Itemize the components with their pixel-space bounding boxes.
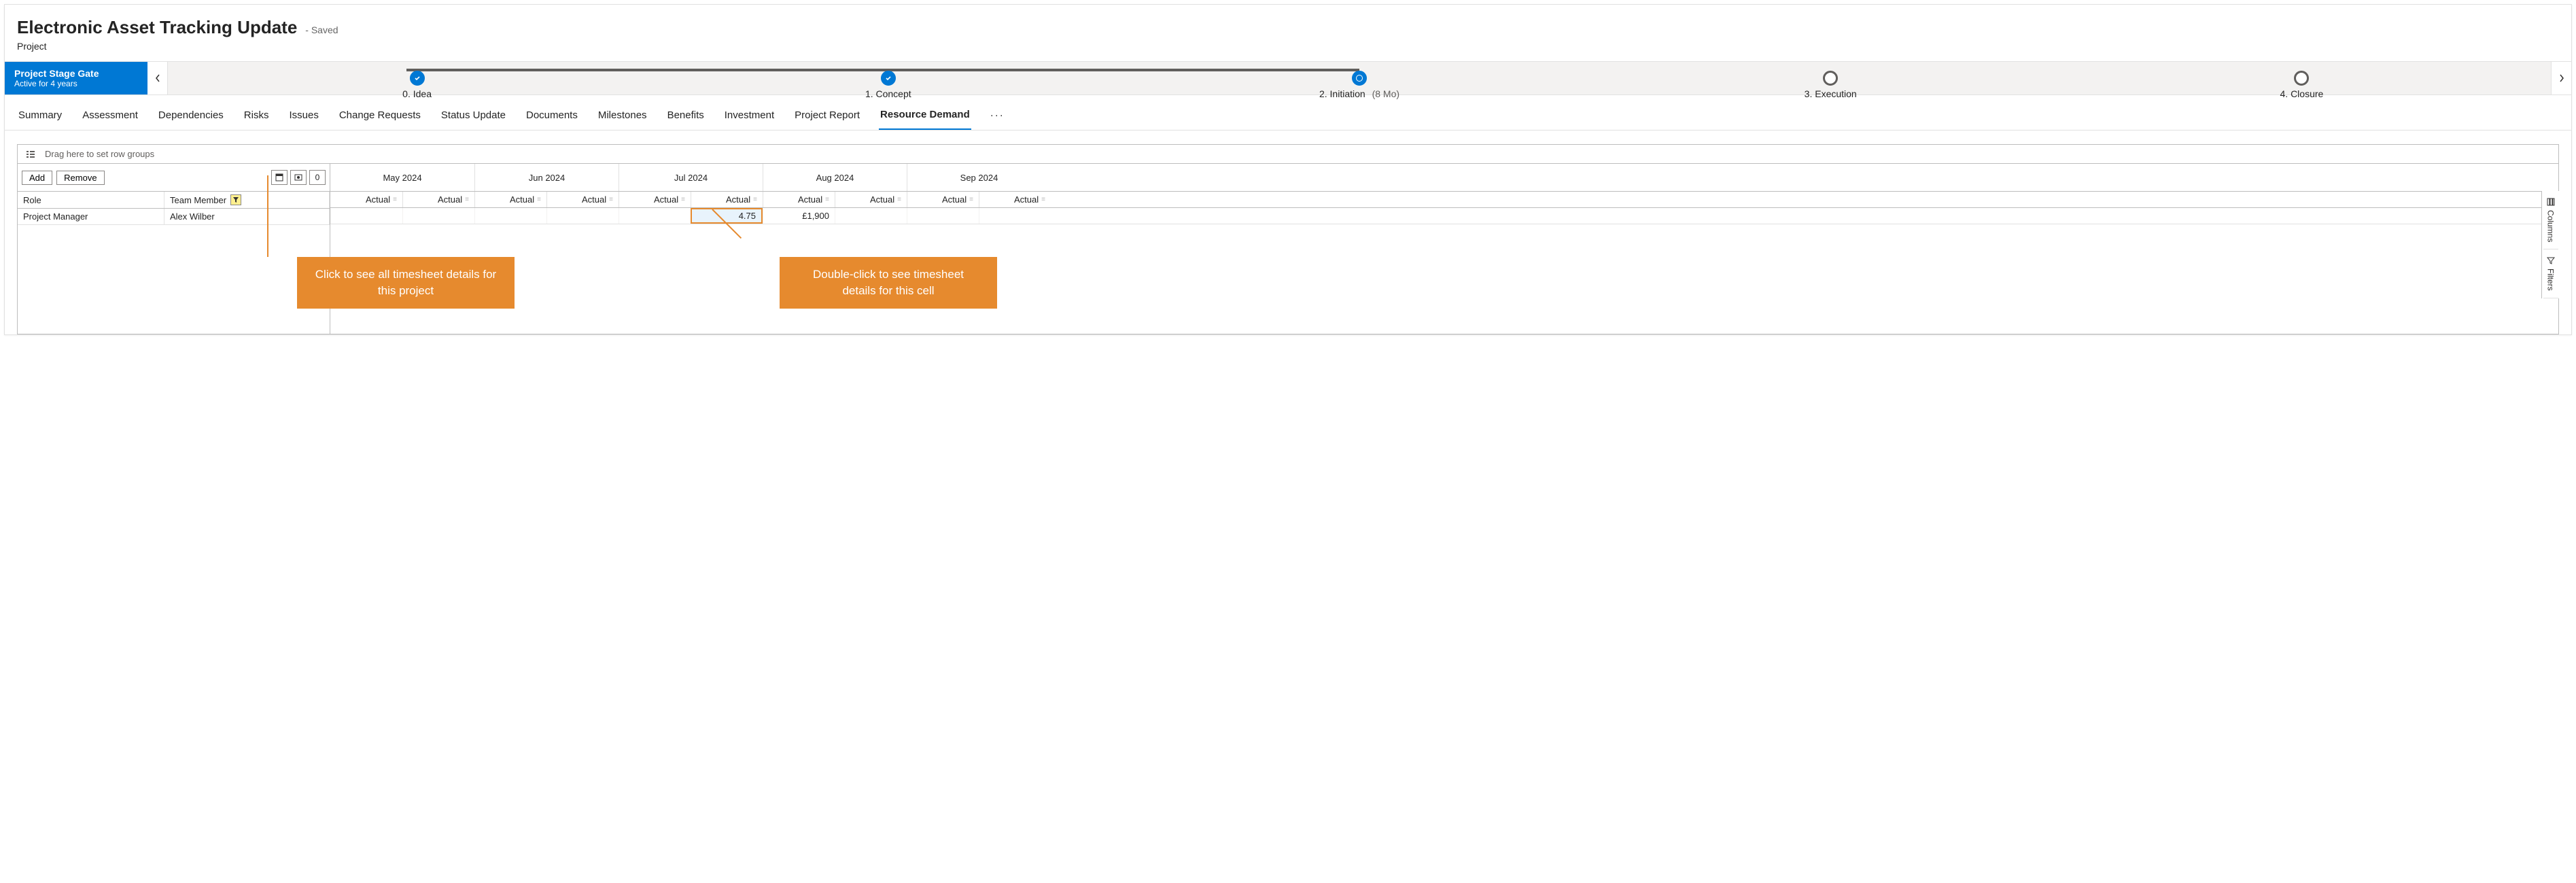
group-drop-zone[interactable]: Drag here to set row groups <box>18 145 2558 164</box>
col-header-label: Role <box>23 195 41 205</box>
data-cell[interactable] <box>619 208 691 224</box>
data-cell[interactable]: £1,900 <box>763 208 835 224</box>
data-cell[interactable] <box>402 208 474 224</box>
group-icon <box>26 150 35 159</box>
month-header[interactable]: Jul 2024 <box>619 164 763 191</box>
stage-label: 2. Initiation <box>1319 88 1365 99</box>
cell-member: Alex Wilber <box>164 209 330 224</box>
callout-connector <box>267 175 268 257</box>
data-cell[interactable] <box>907 208 979 224</box>
stage-gate-title: Project Stage Gate <box>14 68 138 79</box>
page-title: Electronic Asset Tracking Update <box>17 17 297 38</box>
tab-dependencies[interactable]: Dependencies <box>157 105 225 129</box>
tab-status-update[interactable]: Status Update <box>440 105 507 129</box>
side-tab-label: Columns <box>2546 210 2556 242</box>
cell-role: Project Manager <box>18 209 164 224</box>
table-row-values: 4.75 £1,900 <box>330 208 2558 224</box>
tab-resource-demand[interactable]: Resource Demand <box>879 105 971 131</box>
sort-icon: ≡ <box>897 196 901 203</box>
stage-prev-button[interactable] <box>147 62 168 94</box>
stage-gate-duration: Active for 4 years <box>14 79 138 88</box>
callout-left: Click to see all timesheet details for t… <box>297 257 515 309</box>
tab-change-requests[interactable]: Change Requests <box>338 105 422 129</box>
data-cell[interactable] <box>474 208 546 224</box>
col-header-actual[interactable]: Actual≡ <box>835 192 907 207</box>
data-cell-highlighted[interactable]: 4.75 <box>691 208 763 224</box>
sort-icon: ≡ <box>609 196 613 203</box>
col-header-actual[interactable]: Actual≡ <box>763 192 835 207</box>
col-header-actual[interactable]: Actual≡ <box>402 192 474 207</box>
sort-icon: ≡ <box>753 196 757 203</box>
view-button[interactable] <box>290 170 307 185</box>
stage-initiation[interactable]: 2. Initiation (8 Mo) <box>1124 71 1595 86</box>
col-header-actual[interactable]: Actual≡ <box>907 192 979 207</box>
sort-icon: ≡ <box>969 196 973 203</box>
tab-benefits[interactable]: Benefits <box>666 105 706 129</box>
col-header-actual[interactable]: Actual≡ <box>330 192 402 207</box>
col-header-label: Team Member <box>170 195 226 205</box>
col-header-actual[interactable]: Actual≡ <box>979 192 1051 207</box>
tab-milestones[interactable]: Milestones <box>597 105 648 129</box>
side-tab-columns[interactable]: Columns <box>2543 191 2558 249</box>
tab-issues[interactable]: Issues <box>288 105 319 129</box>
stage-label: 1. Concept <box>865 88 911 99</box>
sort-icon: ≡ <box>393 196 397 203</box>
stage-label: 4. Closure <box>2280 88 2324 99</box>
month-header[interactable]: Aug 2024 <box>763 164 907 191</box>
col-header-team-member[interactable]: Team Member <box>164 192 330 208</box>
col-header-role[interactable]: Role <box>18 192 164 208</box>
tab-risks[interactable]: Risks <box>243 105 271 129</box>
sort-icon: ≡ <box>681 196 685 203</box>
stage-closure[interactable]: 4. Closure <box>2066 71 2537 86</box>
stage-label: 0. Idea <box>402 88 432 99</box>
zero-toggle-button[interactable]: 0 <box>309 170 326 185</box>
stage-label: 3. Execution <box>1805 88 1857 99</box>
tab-investment[interactable]: Investment <box>723 105 776 129</box>
data-cell[interactable] <box>979 208 1051 224</box>
tab-more[interactable]: ··· <box>989 105 1006 129</box>
month-header[interactable]: Sep 2024 <box>907 164 1051 191</box>
side-tab-filters[interactable]: Filters <box>2543 249 2558 298</box>
stage-execution[interactable]: 3. Execution <box>1595 71 2066 86</box>
sort-icon: ≡ <box>1041 196 1045 203</box>
entity-type: Project <box>17 41 2559 52</box>
data-cell[interactable] <box>330 208 402 224</box>
data-cell[interactable] <box>546 208 619 224</box>
sort-icon: ≡ <box>537 196 541 203</box>
save-status: - Saved <box>305 24 338 35</box>
col-header-actual[interactable]: Actual≡ <box>474 192 546 207</box>
tab-assessment[interactable]: Assessment <box>81 105 139 129</box>
callout-right: Double-click to see timesheet details fo… <box>780 257 997 309</box>
filter-icon[interactable] <box>230 194 241 205</box>
sort-icon: ≡ <box>825 196 829 203</box>
stage-gate-bar: Project Stage Gate Active for 4 years 0.… <box>5 61 2571 95</box>
add-button[interactable]: Add <box>22 171 52 185</box>
sort-icon: ≡ <box>465 196 469 203</box>
month-header[interactable]: Jun 2024 <box>474 164 619 191</box>
month-header[interactable]: May 2024 <box>330 164 474 191</box>
remove-button[interactable]: Remove <box>56 171 104 185</box>
col-header-actual[interactable]: Actual≡ <box>619 192 691 207</box>
tab-bar: Summary Assessment Dependencies Risks Is… <box>5 95 2571 131</box>
group-placeholder: Drag here to set row groups <box>45 149 154 159</box>
tab-summary[interactable]: Summary <box>17 105 63 129</box>
tab-documents[interactable]: Documents <box>525 105 579 129</box>
stage-next-button[interactable] <box>2551 62 2571 94</box>
stage-concept[interactable]: 1. Concept <box>652 71 1124 86</box>
side-tab-label: Filters <box>2546 269 2556 291</box>
stage-duration: (8 Mo) <box>1372 88 1399 99</box>
table-row[interactable]: Project Manager Alex Wilber <box>18 209 330 225</box>
tab-project-report[interactable]: Project Report <box>793 105 861 129</box>
timesheet-details-button[interactable] <box>271 170 288 185</box>
col-header-actual[interactable]: Actual≡ <box>546 192 619 207</box>
stage-gate-label[interactable]: Project Stage Gate Active for 4 years <box>5 62 147 94</box>
col-header-actual[interactable]: Actual≡ <box>691 192 763 207</box>
stage-idea[interactable]: 0. Idea <box>181 71 652 86</box>
data-cell[interactable] <box>835 208 907 224</box>
